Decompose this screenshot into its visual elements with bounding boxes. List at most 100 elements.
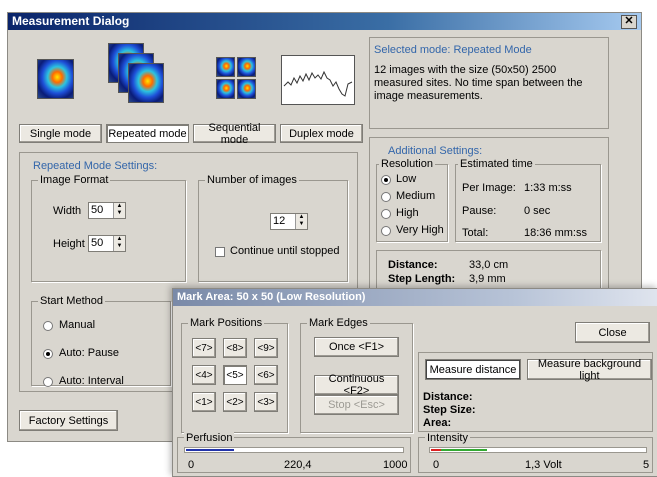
mark-area-dialog: Mark Area: 50 x 50 (Low Resolution) Mark… [172, 288, 657, 477]
mark-position-button[interactable]: <6> [254, 365, 278, 385]
intensity-min: 0 [433, 459, 440, 471]
start-manual-radio[interactable] [43, 321, 53, 331]
width-stepper[interactable]: 50 ▲ ▼ [88, 202, 126, 219]
resolution-very-high-label: Very High [396, 224, 444, 236]
height-value[interactable]: 50 [91, 237, 103, 249]
mark-edges-group: Mark Edges Once <F1> Continuous <F2> Sto… [300, 317, 413, 433]
resolution-high-label: High [396, 207, 419, 219]
stop-button[interactable]: Stop <Esc> [314, 395, 399, 415]
resolution-very-high-radio[interactable] [381, 226, 391, 236]
close-icon[interactable]: ✕ [621, 15, 637, 29]
up-arrow-icon[interactable]: ▲ [114, 236, 125, 243]
sequential-thumb-cell [216, 79, 235, 99]
height-label: Height [53, 238, 85, 250]
resolution-low-radio[interactable] [381, 175, 391, 185]
intensity-bar-low-segment [431, 449, 441, 451]
mark-position-button[interactable]: <5> [223, 365, 247, 385]
dialog-title-bar: Measurement Dialog ✕ [8, 13, 641, 30]
once-button[interactable]: Once <F1> [314, 337, 399, 357]
distance-value: 33,0 cm [469, 259, 509, 271]
resolution-medium-radio[interactable] [381, 192, 391, 202]
mark-area-title-bar: Mark Area: 50 x 50 (Low Resolution) [173, 289, 657, 306]
mode-info-text: 12 images with the size (50x50) 2500 mea… [374, 64, 583, 102]
height-stepper-arrows[interactable]: ▲ ▼ [113, 236, 125, 251]
up-arrow-icon[interactable]: ▲ [114, 203, 125, 210]
height-stepper[interactable]: 50 ▲ ▼ [88, 235, 126, 252]
resolution-high-radio[interactable] [381, 209, 391, 219]
measure-panel: Measure distance Measure background ligh… [418, 352, 653, 432]
single-mode-thumbnail[interactable] [37, 59, 74, 99]
mark-position-button[interactable]: <9> [254, 338, 278, 358]
sequential-mode-thumbnail[interactable] [216, 57, 256, 99]
intensity-panel: Intensity 0 1,3 Volt 5 [418, 432, 653, 473]
measure-area-label: Area: [423, 417, 452, 429]
dialog-title: Measurement Dialog [12, 14, 130, 28]
image-format-label: Image Format [38, 174, 111, 186]
per-image-label: Per Image: [462, 182, 516, 194]
width-value[interactable]: 50 [91, 204, 103, 216]
intensity-label: Intensity [425, 432, 470, 444]
perfusion-value: 220,4 [284, 459, 312, 471]
down-arrow-icon[interactable]: ▼ [114, 210, 125, 217]
step-length-value: 3,9 mm [469, 273, 506, 285]
repeated-thumb-layer [128, 63, 164, 103]
start-auto-interval-label: Auto: Interval [59, 375, 124, 387]
duplex-mode-thumbnail[interactable] [281, 55, 355, 105]
down-arrow-icon[interactable]: ▼ [296, 221, 307, 228]
intensity-bar-fill [441, 449, 487, 451]
intensity-bar [429, 447, 647, 453]
number-of-images-group: Number of images 12 ▲ ▼ Continue until st… [198, 174, 348, 282]
repeated-mode-thumbnail[interactable] [108, 43, 168, 111]
mark-position-button[interactable]: <7> [192, 338, 216, 358]
mark-position-button[interactable]: <2> [223, 392, 247, 412]
repeated-mode-button[interactable]: Repeated mode [106, 124, 189, 143]
total-label: Total: [462, 227, 489, 239]
perfusion-panel: Perfusion 0 220,4 1000 [177, 432, 411, 473]
sequential-thumb-cell [237, 57, 256, 77]
perfusion-bar [184, 447, 404, 453]
number-of-images-arrows[interactable]: ▲ ▼ [295, 214, 307, 229]
number-of-images-value[interactable]: 12 [273, 215, 285, 227]
up-arrow-icon[interactable]: ▲ [296, 214, 307, 221]
mark-position-button[interactable]: <3> [254, 392, 278, 412]
continuous-button[interactable]: Continuous <F2> [314, 373, 399, 397]
intensity-value: 1,3 Volt [525, 459, 562, 471]
start-auto-pause-label: Auto: Pause [59, 347, 119, 359]
width-label: Width [53, 205, 82, 217]
start-auto-interval-radio[interactable] [43, 377, 53, 387]
perfusion-max: 1000 [383, 459, 408, 471]
mark-edges-label: Mark Edges [307, 317, 370, 329]
repeated-settings-title: Repeated Mode Settings: [33, 160, 158, 172]
measure-distance-button[interactable]: Measure distance [425, 359, 521, 380]
width-stepper-arrows[interactable]: ▲ ▼ [113, 203, 125, 218]
mark-position-button[interactable]: <1> [192, 392, 216, 412]
number-of-images-label: Number of images [205, 174, 299, 186]
down-arrow-icon[interactable]: ▼ [114, 243, 125, 250]
start-manual-label: Manual [59, 319, 96, 331]
estimated-time-group: Estimated time Per Image: 1:33 m:ss Paus… [455, 158, 601, 242]
estimated-time-label: Estimated time [458, 158, 535, 170]
mode-info-title: Selected mode: Repeated Mode [374, 44, 532, 56]
start-method-group: Start Method Manual Auto: Pause Auto: In… [31, 295, 171, 387]
number-of-images-stepper[interactable]: 12 ▲ ▼ [270, 213, 308, 230]
perfusion-bar-fill [186, 449, 234, 451]
mode-info-panel: Selected mode: Repeated Mode 12 images w… [369, 37, 609, 129]
start-auto-pause-radio[interactable] [43, 349, 53, 359]
resolution-group: Resolution Low Medium High Very High [376, 158, 448, 242]
mark-position-button[interactable]: <4> [192, 365, 216, 385]
duplex-mode-button[interactable]: Duplex mode [280, 124, 363, 143]
resolution-label: Resolution [379, 158, 435, 170]
resolution-medium-label: Medium [396, 190, 436, 202]
close-button[interactable]: Close [575, 322, 650, 343]
start-method-label: Start Method [38, 295, 105, 307]
continue-until-stopped-checkbox[interactable] [215, 247, 225, 257]
resolution-low-label: Low [396, 173, 417, 185]
single-mode-button[interactable]: Single mode [19, 124, 102, 143]
mark-positions-label: Mark Positions [188, 317, 265, 329]
measure-distance-label: Distance: [423, 391, 473, 403]
measure-background-light-button[interactable]: Measure background light [527, 358, 652, 382]
mark-position-button[interactable]: <8> [223, 338, 247, 358]
factory-settings-button[interactable]: Factory Settings [19, 410, 118, 431]
sequential-mode-button[interactable]: Sequential mode [193, 122, 276, 146]
image-format-group: Image Format Width 50 ▲ ▼ Height 50 ▲ ▼ [31, 174, 186, 282]
